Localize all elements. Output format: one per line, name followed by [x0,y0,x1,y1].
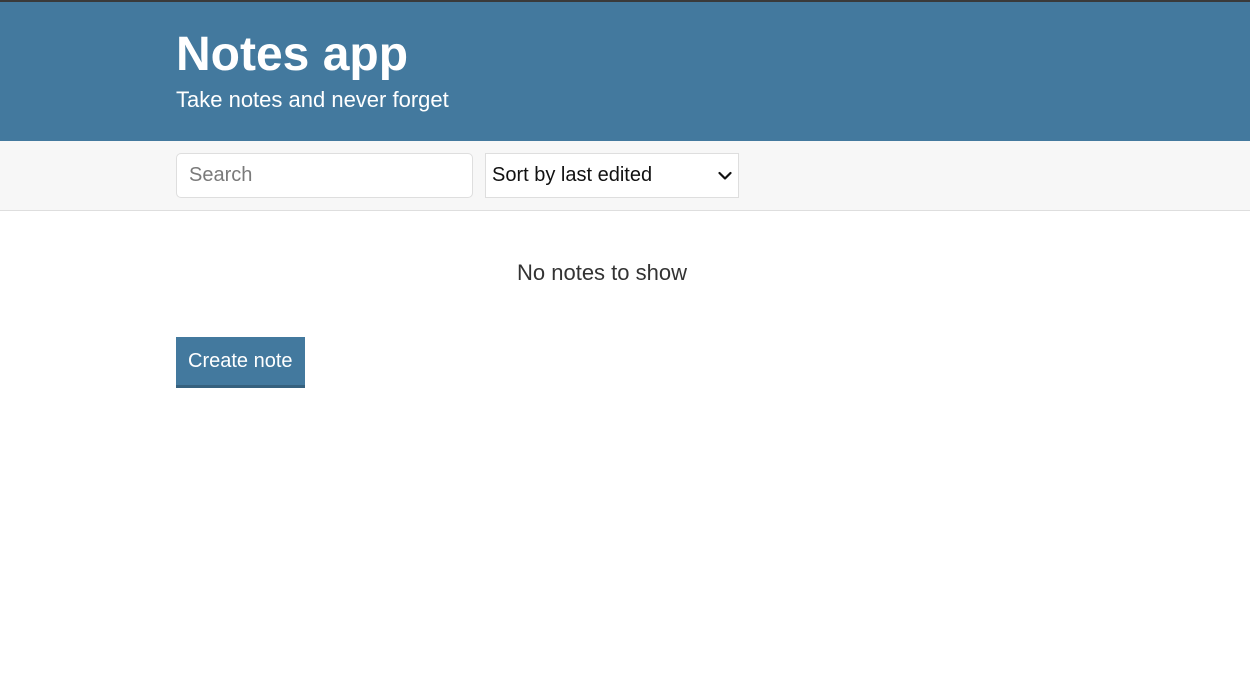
sort-select-value: Sort by last edited [492,164,653,186]
page-title: Notes app [176,28,409,81]
create-note-button[interactable]: Create note [176,337,305,388]
search-input[interactable] [176,153,473,198]
sort-select[interactable]: Sort by last edited [485,153,739,198]
empty-notes-message: No notes to show [517,260,687,285]
app-header: Notes app Take notes and never forget [0,2,1250,141]
page-subtitle: Take notes and never forget [176,87,449,112]
chevron-down-icon [718,171,732,180]
notes-main: No notes to show Create note [0,259,1074,388]
actions-bar: Sort by last edited [0,141,1250,211]
